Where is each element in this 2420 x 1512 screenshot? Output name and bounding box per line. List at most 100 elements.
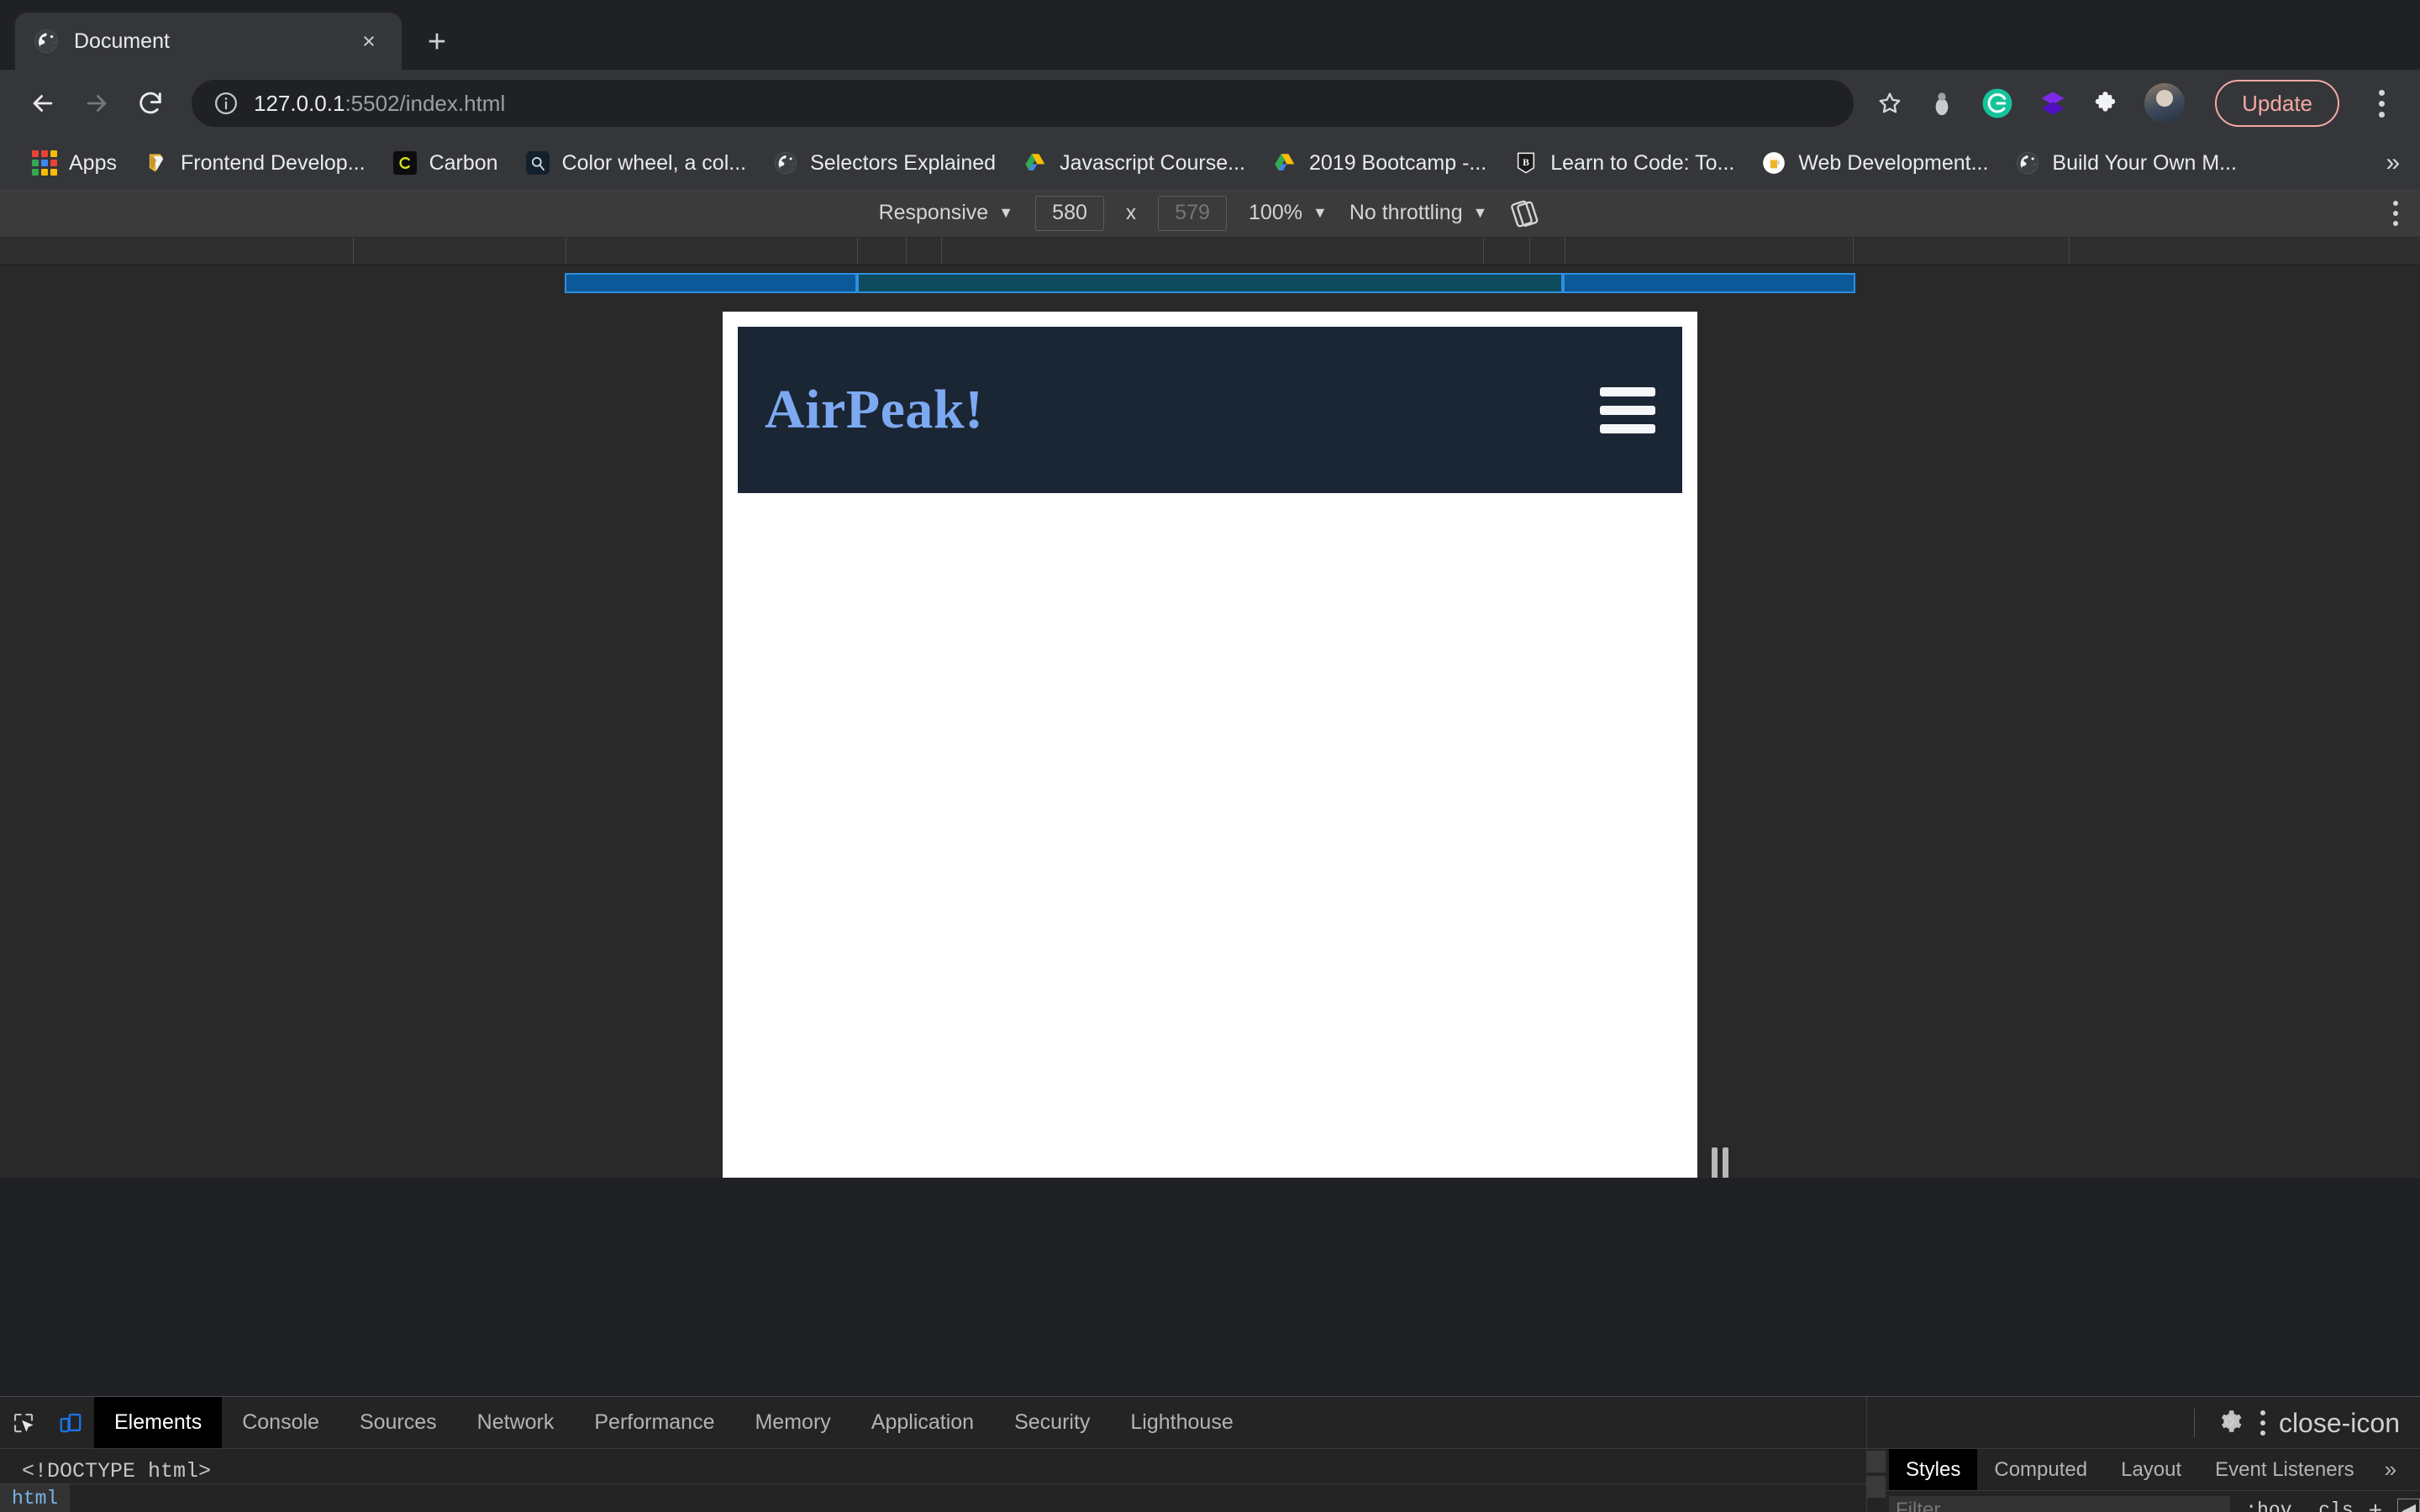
min-width-bar[interactable]	[1563, 273, 1855, 293]
throttling-select[interactable]: No throttling ▼	[1349, 201, 1488, 225]
close-icon[interactable]: close-icon	[2279, 1410, 2400, 1436]
bookmark-apps[interactable]: Apps	[18, 145, 130, 181]
inspect-element-icon[interactable]	[0, 1397, 47, 1448]
bookmark-javascript-course[interactable]: Javascript Course...	[1009, 145, 1259, 181]
new-style-rule-button[interactable]: +	[2369, 1497, 2382, 1512]
browser-toolbar: 127.0.0.1:5502/index.html Update	[0, 70, 2420, 137]
bug-icon[interactable]	[1923, 84, 1961, 123]
url-host: 127.0.0.1	[254, 90, 345, 116]
zoom-label: 100%	[1249, 201, 1302, 224]
sidebar-toggle-icon[interactable]: ◀	[2397, 1499, 2420, 1512]
pane-resize-handle[interactable]	[1867, 1451, 1886, 1498]
cls-button[interactable]: .cls	[2307, 1499, 2354, 1512]
bookmark-label: Web Development...	[1798, 150, 1989, 175]
device-mode-toolbar: Responsive ▼ x 100% ▼ No throttling ▼	[0, 189, 2420, 238]
globe-icon	[34, 29, 59, 54]
devtools-tab-elements[interactable]: Elements	[94, 1397, 223, 1448]
devtools-tab-sources[interactable]: Sources	[339, 1397, 457, 1448]
hamburger-menu-icon[interactable]	[1600, 386, 1655, 433]
update-button[interactable]: Update	[2215, 80, 2339, 127]
styles-tab-layout[interactable]: Layout	[2104, 1449, 2198, 1490]
browser-tab[interactable]: Document ×	[15, 13, 402, 70]
breadcrumb-item-html[interactable]: html	[0, 1484, 71, 1512]
styles-tab-styles[interactable]: Styles	[1889, 1449, 1978, 1490]
devtools-styles-pane: close-icon Styles Computed Layout Event Lis…	[1867, 1397, 2420, 1512]
site-info-icon[interactable]	[213, 91, 239, 116]
bookmark-build-your-own[interactable]: Build Your Own M...	[2002, 145, 2250, 181]
bookmark-color-wheel[interactable]: Color wheel, a col...	[512, 145, 760, 181]
dimension-separator: x	[1126, 201, 1137, 224]
devtools-tab-security[interactable]: Security	[994, 1397, 1110, 1448]
styles-tab-computed[interactable]: Computed	[1977, 1449, 2104, 1490]
google-drive-icon	[1023, 150, 1048, 176]
zoom-select[interactable]: 100% ▼	[1249, 201, 1328, 225]
new-tab-button[interactable]: +	[413, 18, 460, 66]
viewport-ruler[interactable]	[0, 238, 2420, 265]
apps-grid-icon	[32, 150, 57, 176]
media-query-inspector	[0, 238, 2420, 312]
bookmarks-overflow-icon[interactable]: »	[2386, 149, 2400, 177]
url-text: 127.0.0.1:5502/index.html	[254, 91, 505, 117]
bookmark-label: Build Your Own M...	[2052, 150, 2237, 175]
bookmark-star-icon[interactable]	[1870, 84, 1909, 123]
devtools-tab-network[interactable]: Network	[457, 1397, 575, 1448]
back-button[interactable]	[18, 79, 67, 128]
breadcrumb: html	[0, 1483, 1866, 1512]
bookmark-2019-bootcamp[interactable]: 2019 Bootcamp -...	[1259, 145, 1500, 181]
google-drive-icon	[1272, 150, 1297, 176]
devtools-pane-actions: close-icon	[1867, 1397, 2420, 1449]
devtools-tab-performance[interactable]: Performance	[574, 1397, 734, 1448]
ruler-tick	[1483, 238, 1484, 264]
media-query-bars[interactable]	[0, 265, 2420, 312]
max-width-bar[interactable]	[565, 273, 857, 293]
forward-button[interactable]	[72, 79, 121, 128]
bookmark-label: Frontend Develop...	[180, 150, 366, 175]
device-toolbar-more-icon[interactable]	[2393, 200, 2398, 226]
tab-strip: Document × +	[0, 0, 2420, 70]
puzzle-icon[interactable]	[2089, 84, 2128, 123]
viewport-width-input[interactable]	[1035, 195, 1105, 231]
devtools-tab-application[interactable]: Application	[851, 1397, 994, 1448]
min-max-width-bar[interactable]	[857, 273, 1563, 293]
bookmark-label: Learn to Code: To...	[1550, 150, 1735, 175]
hov-button[interactable]: :hov	[2245, 1499, 2291, 1512]
grammarly-icon[interactable]	[1978, 84, 2017, 123]
filter-input[interactable]	[1889, 1496, 2231, 1512]
bookmark-carbon[interactable]: Carbon	[379, 145, 512, 181]
styles-tabs-overflow-icon[interactable]: »	[2371, 1449, 2410, 1490]
address-bar[interactable]: 127.0.0.1:5502/index.html	[192, 80, 1854, 127]
bookmarks-bar: Apps Frontend Develop... Carbon Color wh…	[0, 137, 2420, 189]
layers-icon[interactable]	[2033, 84, 2072, 123]
devtools-tabbar: Elements Console Sources Network Performance…	[0, 1397, 1866, 1449]
site-header: AirPeak!	[738, 327, 1682, 493]
ruler-tick	[941, 238, 942, 264]
avatar[interactable]	[2144, 83, 2186, 123]
site-brand: AirPeak!	[765, 379, 984, 440]
styles-filter-row: :hov .cls + ◀	[1867, 1491, 2420, 1512]
bookmark-frontend-develop[interactable]: Frontend Develop...	[130, 145, 379, 181]
devtools-tab-lighthouse[interactable]: Lighthouse	[1110, 1397, 1253, 1448]
page-frame: AirPeak!	[723, 312, 1697, 1178]
devtools-tab-memory[interactable]: Memory	[734, 1397, 850, 1448]
viewport-resize-handle-right[interactable]	[1707, 1139, 1733, 1178]
gear-icon[interactable]	[2215, 1407, 2247, 1439]
bookmark-selectors-explained[interactable]: Selectors Explained	[760, 145, 1009, 181]
devtools-tab-console[interactable]: Console	[222, 1397, 339, 1448]
reload-button[interactable]	[126, 79, 175, 128]
rotate-icon[interactable]	[1509, 197, 1541, 229]
rendered-page: AirPeak!	[723, 312, 1697, 1178]
bookmark-web-development[interactable]: Web Development...	[1748, 145, 2002, 181]
device-toolbar-icon[interactable]	[47, 1397, 94, 1448]
device-select[interactable]: Responsive ▼	[879, 201, 1013, 225]
devtools-elements-pane: Elements Console Sources Network Performance…	[0, 1397, 1867, 1512]
more-options-icon[interactable]	[2260, 1410, 2265, 1436]
ruler-tick	[857, 238, 858, 264]
chevron-down-icon: ▼	[1312, 204, 1328, 221]
bookmark-learn-to-code[interactable]: B Learn to Code: To...	[1500, 145, 1748, 181]
styles-tab-event-listeners[interactable]: Event Listeners	[2198, 1449, 2370, 1490]
ruler-tick	[906, 238, 907, 264]
browser-menu-icon[interactable]	[2361, 80, 2402, 127]
bookmark-label: Selectors Explained	[810, 150, 997, 175]
close-icon[interactable]: ×	[355, 27, 383, 55]
viewport-height-input[interactable]	[1158, 195, 1228, 231]
